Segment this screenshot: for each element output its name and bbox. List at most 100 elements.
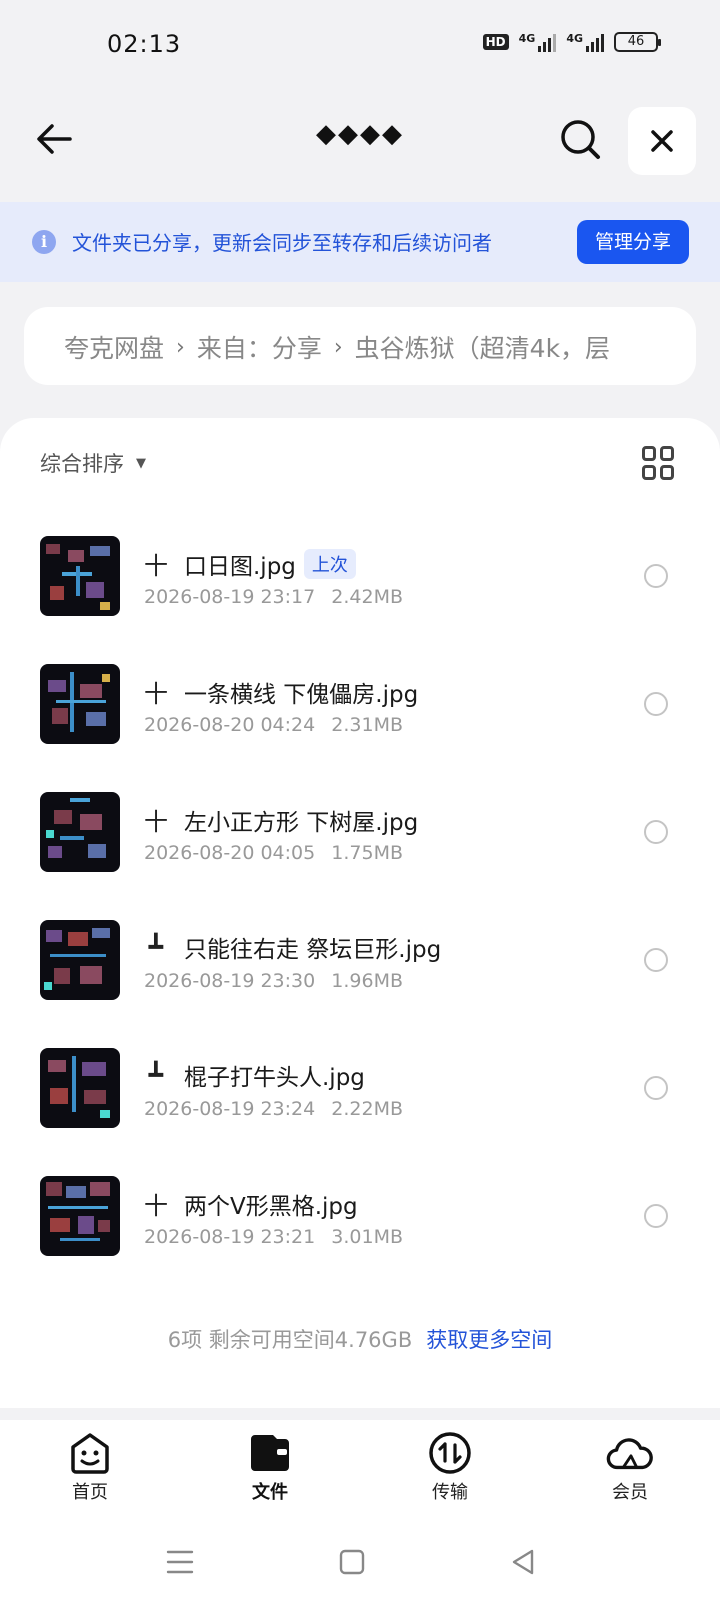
- file-size: 1.75MB: [331, 842, 403, 864]
- select-radio[interactable]: [644, 948, 668, 972]
- signal-label: 4G: [566, 32, 583, 45]
- breadcrumb-item-root[interactable]: 夸克网盘: [64, 329, 164, 365]
- system-navigation: [0, 1510, 720, 1612]
- select-radio[interactable]: [644, 820, 668, 844]
- file-thumbnail: [40, 664, 120, 744]
- home-button[interactable]: [336, 1546, 368, 1578]
- file-size: 2.42MB: [331, 586, 403, 608]
- file-size: 2.31MB: [331, 714, 403, 736]
- file-meta: 2026-08-19 23:21 3.01MB: [144, 1226, 403, 1248]
- last-opened-badge: 上次: [303, 548, 356, 579]
- file-name: 一条横线 下傀儡房.jpg: [184, 681, 419, 708]
- file-name: 两个V形黑格.jpg: [184, 1193, 358, 1220]
- file-meta: 2026-08-19 23:30 1.96MB: [144, 970, 403, 992]
- file-thumbnail: [40, 792, 120, 872]
- page-title: ◆◆◆◆: [316, 119, 404, 149]
- signal-icon: 4G: [566, 32, 604, 52]
- file-size: 3.01MB: [331, 1226, 403, 1248]
- file-name: 口日图.jpg: [184, 553, 296, 580]
- file-name: 左小正方形 下树屋.jpg: [184, 809, 419, 836]
- info-icon: i: [32, 230, 56, 254]
- nav-item-home[interactable]: 首页: [0, 1420, 180, 1510]
- share-banner-text: 文件夹已分享，更新会同步至转存和后续访问者: [72, 231, 492, 255]
- file-type-glyph: ┻: [148, 933, 164, 961]
- file-row[interactable]: ┻ 棍子打牛头人.jpg 2026-08-19 23:24 2.22MB: [0, 1024, 720, 1152]
- top-navigation: ◆◆◆◆: [0, 105, 720, 175]
- file-date: 2026-08-19 23:17: [144, 586, 316, 608]
- file-name: 只能往右走 祭坛巨形.jpg: [184, 937, 442, 963]
- grid-view-icon: [642, 446, 656, 461]
- hd-badge: HD: [482, 34, 509, 50]
- bottom-navigation: 首页 文件 传输 会员: [0, 1420, 720, 1510]
- grid-view-icon: [660, 465, 674, 480]
- file-thumbnail: [40, 536, 120, 616]
- share-banner: i 文件夹已分享，更新会同步至转存和后续访问者 管理分享: [0, 202, 720, 282]
- search-button[interactable]: [558, 117, 604, 163]
- file-row[interactable]: ┻ 只能往右走 祭坛巨形.jpg 2026-08-19 23:30 1.96MB: [0, 896, 720, 1024]
- search-icon: [561, 120, 600, 159]
- file-type-glyph: 十: [144, 552, 168, 580]
- select-radio[interactable]: [644, 1076, 668, 1100]
- sort-dropdown[interactable]: 综合排序 ▼: [40, 448, 146, 478]
- home-face-icon: [66, 1430, 114, 1476]
- select-radio[interactable]: [644, 564, 668, 588]
- file-thumbnail: [40, 1048, 120, 1128]
- nav-label-files: 文件: [252, 1482, 288, 1503]
- get-more-space-link[interactable]: 获取更多空间: [426, 1328, 552, 1352]
- file-name: 棍子打牛头人.jpg: [184, 1065, 365, 1091]
- status-bar: 02:13 HD 4G 4G 46: [0, 0, 720, 90]
- transfer-icon: [426, 1430, 474, 1476]
- grid-view-icon: [660, 446, 674, 461]
- home-square-icon: [339, 1549, 365, 1575]
- nav-label-home: 首页: [72, 1482, 108, 1503]
- close-button[interactable]: [628, 107, 696, 175]
- file-date: 2026-08-19 23:30: [144, 970, 316, 992]
- menu-button[interactable]: [164, 1546, 196, 1578]
- arrow-left-icon: [37, 124, 72, 154]
- file-meta: 2026-08-20 04:24 2.31MB: [144, 714, 403, 736]
- chevron-right-icon: ›: [333, 334, 343, 360]
- file-type-glyph: ┻: [148, 1061, 164, 1089]
- back-nav-button[interactable]: [508, 1546, 540, 1578]
- nav-label-transfer: 传输: [432, 1482, 468, 1503]
- back-button[interactable]: [32, 117, 76, 161]
- breadcrumb-item-current[interactable]: 虫谷炼狱（超清4k，层: [355, 329, 610, 365]
- file-meta: 2026-08-20 04:05 1.75MB: [144, 842, 403, 864]
- grid-view-button[interactable]: [642, 446, 676, 480]
- file-list: 十 口日图.jpg 上次 2026-08-19 23:17 2.42MB 十 一…: [0, 512, 720, 1280]
- file-date: 2026-08-19 23:24: [144, 1098, 316, 1120]
- manage-share-button[interactable]: 管理分享: [577, 220, 689, 264]
- caret-down-icon: ▼: [136, 455, 146, 471]
- file-date: 2026-08-19 23:21: [144, 1226, 316, 1248]
- signal-label: 4G: [518, 32, 536, 45]
- storage-summary-text: 6项 剩余可用空间4.76GB: [167, 1328, 413, 1352]
- status-icons: HD 4G 4G 46: [482, 32, 661, 52]
- file-thumbnail: [40, 920, 120, 1000]
- file-list-panel: 综合排序 ▼ 十 口日图.jpg 上次 2026-08-19 23:17 2.4…: [0, 418, 720, 1408]
- file-size: 1.96MB: [331, 970, 403, 992]
- file-row[interactable]: 十 一条横线 下傀儡房.jpg 2026-08-20 04:24 2.31MB: [0, 640, 720, 768]
- file-date: 2026-08-20 04:05: [144, 842, 316, 864]
- select-radio[interactable]: [644, 1204, 668, 1228]
- file-type-glyph: 十: [144, 680, 168, 708]
- storage-summary: 6项 剩余可用空间4.76GB 获取更多空间: [0, 1324, 720, 1354]
- nav-item-files[interactable]: 文件: [180, 1420, 360, 1510]
- file-row[interactable]: 十 左小正方形 下树屋.jpg 2026-08-20 04:05 1.75MB: [0, 768, 720, 896]
- grid-view-icon: [642, 465, 656, 480]
- battery-icon: 46: [614, 32, 661, 52]
- file-meta: 2026-08-19 23:24 2.22MB: [144, 1098, 403, 1120]
- chevron-right-icon: ›: [176, 334, 185, 360]
- file-size: 2.22MB: [331, 1098, 403, 1120]
- nav-item-transfer[interactable]: 传输: [360, 1420, 540, 1510]
- select-radio[interactable]: [644, 692, 668, 716]
- breadcrumb-item-share[interactable]: 来自：分享: [197, 329, 322, 365]
- wallet-folder-icon: [246, 1430, 294, 1476]
- status-time: 02:13: [107, 30, 182, 58]
- nav-label-vip: 会员: [612, 1482, 648, 1503]
- file-row[interactable]: 十 两个V形黑格.jpg 2026-08-19 23:21 3.01MB: [0, 1152, 720, 1280]
- nav-item-vip[interactable]: 会员: [540, 1420, 720, 1510]
- menu-icon: [166, 1550, 194, 1574]
- close-icon: [651, 130, 673, 152]
- file-row[interactable]: 十 口日图.jpg 上次 2026-08-19 23:17 2.42MB: [0, 512, 720, 640]
- file-type-glyph: 十: [144, 1192, 168, 1220]
